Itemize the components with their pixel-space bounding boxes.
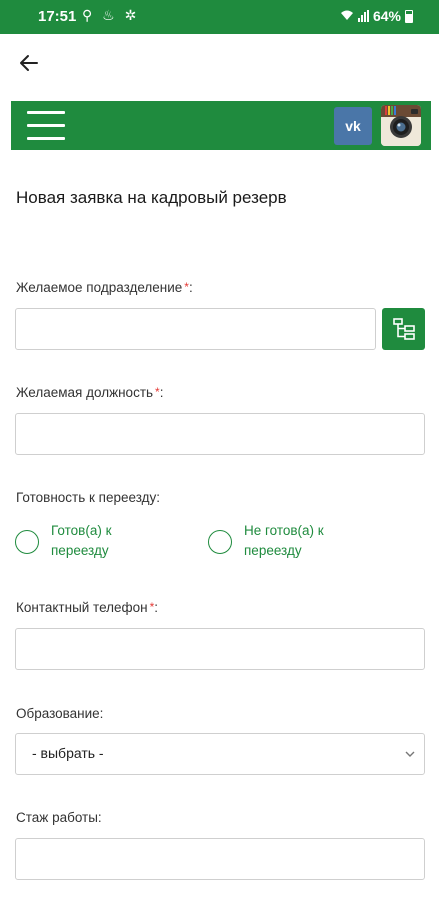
signal-icon [357,10,369,22]
radio-not-ready-line2: переезду [244,543,302,558]
vk-icon[interactable]: vk [334,107,372,145]
radio-ready-line1: Готов(а) к [51,523,112,538]
status-notification-icons: ⚲ ♨ ✲ [82,7,140,23]
education-label: Образование: [16,706,104,721]
phone-input[interactable] [15,628,425,670]
radio-ready[interactable] [15,530,39,554]
wifi-icon [340,8,354,24]
tree-structure-icon [392,318,415,340]
position-label: Желаемая должность *: [16,385,163,400]
arrow-left-icon [20,55,38,71]
division-label-text: Желаемое подразделение [16,280,183,295]
division-input[interactable] [15,308,376,350]
division-label-suffix: : [188,280,193,295]
education-select-value: - выбрать - [32,745,104,761]
battery-percent: 64% [372,8,401,24]
menu-button[interactable] [27,110,65,141]
division-tree-button[interactable] [382,308,425,350]
chevron-down-icon [405,751,415,757]
radio-ready-label[interactable]: Готов(а) к переезду [51,521,112,561]
radio-not-ready-label[interactable]: Не готов(а) к переезду [244,521,324,561]
instagram-icon[interactable] [381,105,421,146]
site-header: vk [11,101,431,150]
experience-input[interactable] [15,838,425,880]
status-bar: 17:51 ⚲ ♨ ✲ 64% [0,0,439,34]
status-time: 17:51 [38,8,77,25]
radio-ready-line2: переезду [51,543,109,558]
position-label-text: Желаемая должность [16,385,154,400]
position-label-suffix: : [159,385,164,400]
experience-label: Стаж работы: [16,810,102,825]
page-title: Новая заявка на кадровый резерв [16,188,287,207]
radio-not-ready[interactable] [208,530,232,554]
education-select[interactable]: - выбрать - [15,733,425,775]
division-label: Желаемое подразделение *: [16,280,193,295]
relocation-label: Готовность к переезду: [16,490,160,505]
phone-label: Контактный телефон *: [16,600,158,615]
position-input[interactable] [15,413,425,455]
phone-label-suffix: : [154,600,159,615]
status-right: 64% [340,8,413,24]
vk-label: vk [345,118,361,134]
app-bar [0,34,439,92]
radio-not-ready-line1: Не готов(а) к [244,523,324,538]
battery-icon [405,9,413,23]
phone-label-text: Контактный телефон [16,600,148,615]
back-button[interactable] [14,48,44,78]
